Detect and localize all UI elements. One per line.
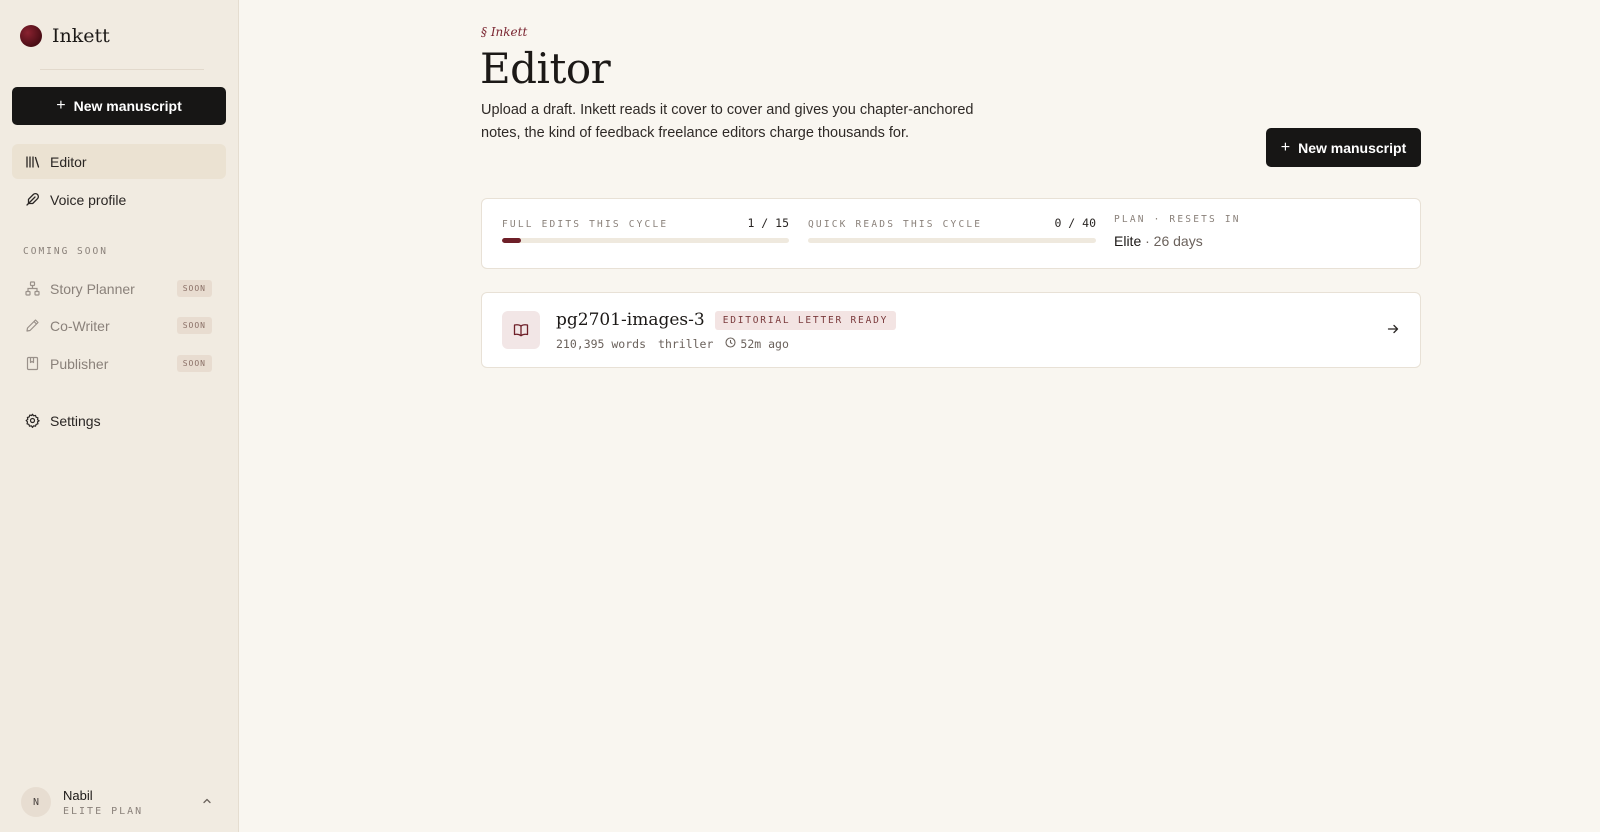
coming-soon-heading: COMING SOON (23, 246, 108, 257)
manuscript-word-count: 210,395 words (556, 337, 647, 351)
plus-icon: + (1280, 138, 1291, 156)
quick-reads-stat: QUICK READS THIS CYCLE 0 / 40 (808, 216, 1096, 243)
plan-stat: PLAN · RESETS IN Elite · 26 days (1114, 214, 1241, 249)
book-bookmark-icon (24, 356, 40, 372)
sidebar-new-manuscript-label: New manuscript (73, 98, 182, 114)
chevron-up-icon[interactable] (201, 794, 213, 812)
sidebar-item-label: Story Planner (50, 280, 135, 297)
user-menu[interactable]: N Nabil ELITE PLAN (21, 786, 221, 818)
new-manuscript-button[interactable]: + New manuscript (1266, 128, 1421, 167)
sidebar-item-publisher[interactable]: Publisher SOON (12, 346, 226, 381)
plus-icon: + (56, 97, 66, 114)
sitemap-icon (24, 281, 40, 297)
feather-icon (24, 192, 40, 208)
sidebar-item-story-planner[interactable]: Story Planner SOON (12, 271, 226, 306)
plan-value: Elite · 26 days (1114, 233, 1241, 249)
brand-name: Inkett (52, 25, 110, 47)
open-book-icon (502, 311, 540, 349)
manuscript-genre: thriller (658, 337, 714, 351)
usage-stats-card: FULL EDITS THIS CYCLE 1 / 15 QUICK READS… (481, 198, 1421, 269)
sidebar-item-editor[interactable]: Editor (12, 144, 226, 179)
sidebar-item-co-writer[interactable]: Co-Writer SOON (12, 308, 226, 343)
quick-reads-label: QUICK READS THIS CYCLE (808, 219, 983, 230)
sidebar-item-label: Editor (50, 153, 87, 170)
gear-icon (24, 413, 40, 429)
manuscript-updated-time: 52m ago (740, 337, 789, 351)
plan-name: Elite (1114, 233, 1142, 249)
sidebar: Inkett + New manuscript Editor Voice pro… (0, 0, 239, 832)
plan-resets: · 26 days (1145, 233, 1203, 249)
manuscript-card[interactable]: pg2701-images-3 EDITORIAL LETTER READY 2… (481, 292, 1421, 368)
sidebar-item-label: Settings (50, 412, 101, 429)
soon-badge: SOON (176, 280, 212, 297)
status-badge: EDITORIAL LETTER READY (714, 310, 897, 330)
clock-icon (725, 337, 736, 351)
user-plan: ELITE PLAN (63, 805, 144, 817)
full-edits-progress-fill (502, 238, 522, 243)
sidebar-item-label: Voice profile (50, 191, 127, 208)
quick-reads-progress-bar (808, 238, 1096, 243)
full-edits-stat: FULL EDITS THIS CYCLE 1 / 15 (502, 216, 789, 243)
pencil-icon (24, 318, 40, 334)
full-edits-progress-bar (502, 238, 789, 243)
avatar: N (21, 787, 51, 817)
sidebar-item-label: Co-Writer (50, 317, 110, 334)
page-description: Upload a draft. Inkett reads it cover to… (481, 102, 974, 141)
library-icon (24, 154, 40, 170)
soon-badge: SOON (176, 317, 212, 334)
page-title: Editor (480, 44, 611, 93)
sidebar-item-label: Publisher (50, 355, 109, 372)
arrow-right-icon[interactable] (1386, 322, 1400, 341)
sidebar-new-manuscript-button[interactable]: + New manuscript (12, 87, 226, 125)
new-manuscript-label: New manuscript (1298, 139, 1407, 156)
user-name: Nabil (63, 787, 93, 803)
full-edits-label: FULL EDITS THIS CYCLE (502, 219, 669, 230)
plan-label: PLAN · RESETS IN (1114, 214, 1241, 225)
full-edits-count: 1 / 15 (747, 216, 789, 230)
sidebar-item-voice-profile[interactable]: Voice profile (12, 182, 226, 217)
manuscript-title: pg2701-images-3 (556, 310, 705, 330)
sidebar-item-settings[interactable]: Settings (12, 403, 226, 438)
divider (40, 69, 204, 70)
brand[interactable]: Inkett (20, 25, 110, 47)
page-eyebrow: § Inkett (481, 25, 528, 39)
brand-logo (20, 25, 42, 47)
quick-reads-count: 0 / 40 (1054, 216, 1096, 230)
soon-badge: SOON (176, 355, 212, 372)
